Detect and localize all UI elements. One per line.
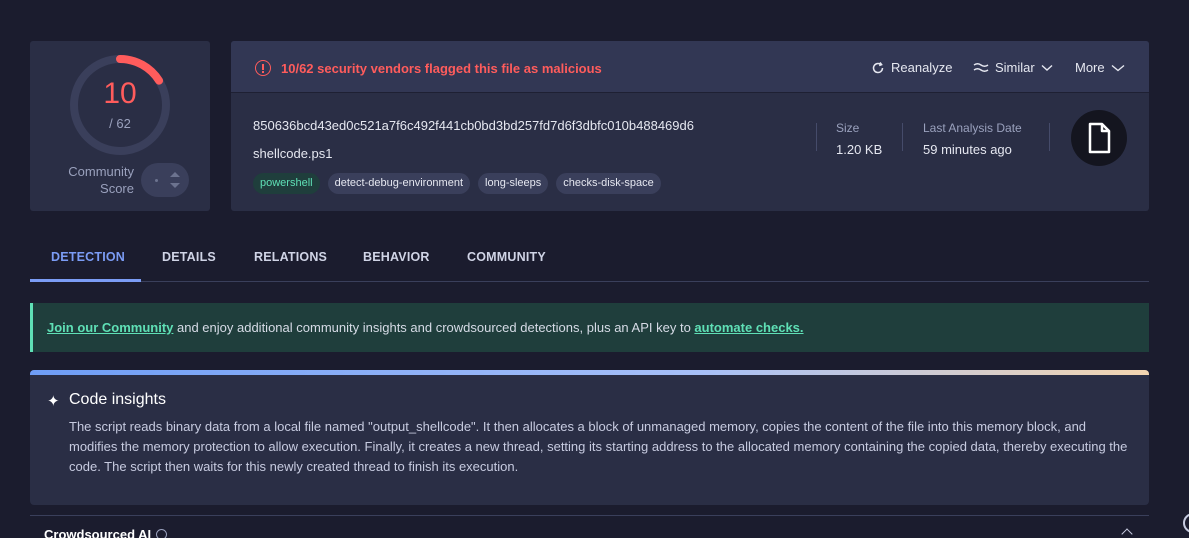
divider [1049, 123, 1050, 151]
file-hash[interactable]: 850636bcd43ed0c521a7f6c492f441cb0bd3bd25… [253, 118, 694, 133]
reanalyze-label: Reanalyze [891, 60, 953, 75]
score-dot-icon [155, 179, 158, 182]
detection-total: / 62 [109, 116, 131, 131]
size-value: 1.20 KB [836, 142, 883, 157]
virustotal-file-report: 10 / 62 Community Score 10/62 security ve… [0, 0, 1189, 538]
divider [30, 515, 1149, 516]
join-community-link[interactable]: Join our Community [47, 320, 173, 335]
code-insights-body: The script reads binary data from a loca… [69, 419, 1128, 474]
tab-detection[interactable]: DETECTION [51, 250, 125, 264]
report-tabs: DETECTION DETAILS RELATIONS BEHAVIOR COM… [30, 238, 1149, 282]
tab-relations[interactable]: RELATIONS [254, 250, 327, 264]
tag-checks-disk-space[interactable]: checks-disk-space [556, 173, 661, 194]
last-analysis-value: 59 minutes ago [923, 142, 1012, 157]
chevron-down-icon [1041, 64, 1053, 71]
similar-label: Similar [995, 60, 1035, 75]
last-analysis-label: Last Analysis Date [923, 121, 1022, 135]
alert-header: 10/62 security vendors flagged this file… [231, 41, 1149, 93]
community-score-label: Community Score [50, 163, 134, 197]
file-tags: powershell detect-debug-environment long… [253, 173, 661, 194]
code-insights-title: Code insights [69, 391, 166, 408]
tab-behavior[interactable]: BEHAVIOR [363, 250, 430, 264]
community-banner: Join our Community and enjoy additional … [30, 303, 1149, 352]
info-icon[interactable] [156, 529, 167, 538]
community-banner-text: Join our Community and enjoy additional … [47, 320, 804, 335]
banner-middle-text: and enjoy additional community insights … [173, 320, 695, 335]
chevron-up-icon[interactable] [1121, 528, 1133, 538]
similar-icon [973, 62, 989, 72]
scroll-edge-icon [1183, 513, 1189, 533]
more-label: More [1075, 60, 1105, 75]
alert-circle-icon [255, 60, 271, 76]
divider [816, 123, 817, 151]
detection-count: 10 [103, 77, 137, 110]
tab-community[interactable]: COMMUNITY [467, 250, 546, 264]
reanalyze-button[interactable]: Reanalyze [871, 60, 952, 75]
automate-checks-link[interactable]: automate checks. [694, 320, 803, 335]
chevron-down-icon [1111, 64, 1125, 71]
crowdsourced-ai-title[interactable]: Crowdsourced AI [44, 527, 151, 538]
tag-powershell[interactable]: powershell [253, 173, 320, 194]
size-label: Size [836, 121, 860, 135]
upvote-icon[interactable] [170, 172, 180, 177]
sparkle-icon: ✦ [47, 393, 60, 410]
downvote-icon[interactable] [170, 183, 180, 188]
more-button[interactable]: More [1075, 60, 1125, 75]
malicious-alert-text: 10/62 security vendors flagged this file… [281, 61, 602, 76]
community-score-label-text: Community Score [68, 164, 134, 196]
reanalyze-icon [872, 61, 884, 73]
insights-gradient-bar [30, 370, 1149, 375]
tag-long-sleeps[interactable]: long-sleeps [478, 173, 549, 194]
similar-button[interactable]: Similar [973, 60, 1053, 75]
detection-score-card: 10 / 62 Community Score [30, 41, 210, 211]
tab-details[interactable]: DETAILS [162, 250, 216, 264]
divider [902, 123, 903, 151]
file-summary-card: 10/62 security vendors flagged this file… [231, 41, 1149, 211]
file-icon [1088, 122, 1111, 154]
code-insights-panel: ✦ Code insights The script reads binary … [30, 370, 1149, 505]
file-name: shellcode.ps1 [253, 146, 333, 161]
tag-detect-debug-environment[interactable]: detect-debug-environment [327, 173, 471, 194]
community-score-stepper[interactable] [141, 163, 189, 197]
file-type-badge [1071, 110, 1127, 166]
active-tab-indicator [30, 279, 141, 282]
